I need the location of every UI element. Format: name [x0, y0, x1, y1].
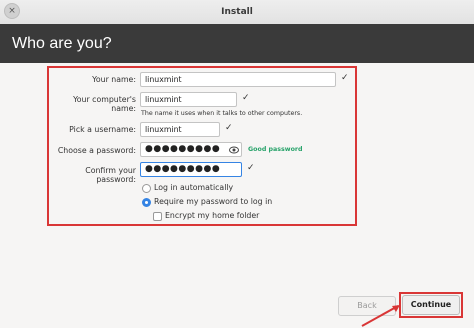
encrypt-home-label: Encrypt my home folder	[165, 211, 260, 220]
your-name-label: Your name:	[92, 75, 136, 84]
auto-login-radio[interactable]	[142, 184, 151, 193]
username-label: Pick a username:	[69, 125, 136, 134]
encrypt-home-checkbox[interactable]	[153, 212, 162, 221]
require-password-radio[interactable]	[142, 198, 151, 207]
window-title: Install	[221, 7, 253, 17]
computer-name-label: Your computer's name:	[73, 95, 136, 113]
continue-highlight-box	[399, 292, 463, 318]
password-field[interactable]: ●●●●●●●●●	[140, 142, 242, 157]
confirm-password-label: Confirm your password:	[85, 166, 136, 184]
your-name-field[interactable]: linuxmint	[140, 72, 336, 87]
username-field[interactable]: linuxmint	[140, 122, 220, 137]
page-title: Who are you?	[12, 35, 112, 52]
require-password-label: Require my password to log in	[154, 197, 273, 206]
show-password-eye-icon[interactable]	[229, 145, 239, 155]
confirm-password-field[interactable]: ●●●●●●●●●	[140, 162, 242, 177]
username-check-icon: ✓	[225, 123, 233, 133]
window-titlebar: × Install	[0, 0, 474, 25]
password-strength-label: Good password	[248, 146, 303, 153]
computer-check-icon: ✓	[242, 93, 250, 103]
computer-name-field[interactable]: linuxmint	[140, 92, 237, 107]
confirm-check-icon: ✓	[247, 163, 255, 173]
password-label: Choose a password:	[57, 146, 136, 155]
page-header: Who are you?	[0, 24, 474, 63]
pointer-arrow-icon	[361, 305, 400, 327]
name-check-icon: ✓	[341, 73, 349, 83]
auto-login-label: Log in automatically	[154, 183, 234, 192]
computer-name-hint: The name it uses when it talks to other …	[141, 110, 303, 117]
